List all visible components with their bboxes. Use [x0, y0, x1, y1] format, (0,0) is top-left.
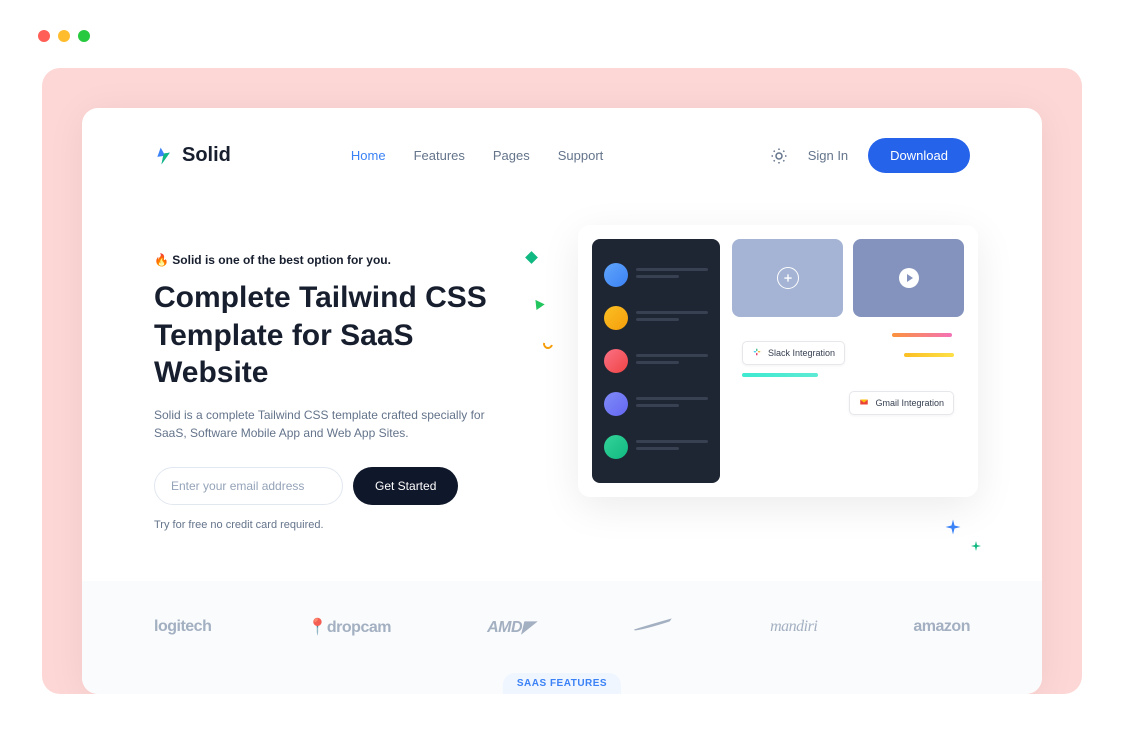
hero-title: Complete Tailwind CSS Template for SaaS … — [154, 279, 521, 392]
mockup-sidebar — [592, 239, 720, 483]
fire-icon: 🔥 — [154, 253, 169, 267]
client-nike — [630, 613, 674, 641]
mockup-card-add — [732, 239, 843, 317]
mockup-card-play — [853, 239, 964, 317]
minimize-dot — [58, 30, 70, 42]
hero-illustration: Slack Integration Gmail Integration — [561, 225, 970, 531]
close-dot — [38, 30, 50, 42]
nav-links: Home Features Pages Support — [351, 148, 603, 163]
avatar — [604, 392, 628, 416]
logo-text: Solid — [182, 144, 231, 167]
mockup-main: Slack Integration Gmail Integration — [732, 239, 964, 483]
hero: 🔥 Solid is one of the best option for yo… — [82, 185, 1042, 531]
sparkle-icon — [944, 518, 962, 541]
email-input[interactable] — [154, 467, 343, 505]
list-item — [604, 306, 708, 330]
logo-icon — [154, 146, 174, 166]
sparkle-icon — [970, 539, 982, 557]
client-dropcam: 📍dropcam — [307, 617, 391, 637]
features-section-tag: SAAS FEATURES — [503, 673, 621, 694]
slack-chip: Slack Integration — [742, 341, 845, 365]
hero-tag-text: Solid is one of the best option for you. — [172, 253, 391, 267]
decor-diamond-icon — [525, 251, 538, 264]
client-amazon: amazon — [913, 618, 970, 636]
avatar — [604, 263, 628, 287]
get-started-button[interactable]: Get Started — [353, 467, 458, 505]
client-mandiri: mandiri — [770, 618, 817, 636]
list-item — [604, 392, 708, 416]
client-logitech: logitech — [154, 618, 211, 636]
avatar — [604, 306, 628, 330]
outer-frame: Solid Home Features Pages Support Sign I… — [42, 68, 1082, 694]
avatar — [604, 349, 628, 373]
gmail-icon — [859, 397, 869, 409]
hero-note: Try for free no credit card required. — [154, 519, 521, 531]
dashboard-mockup: Slack Integration Gmail Integration — [578, 225, 978, 497]
download-button[interactable]: Download — [868, 138, 970, 173]
play-icon — [899, 268, 919, 288]
gmail-chip: Gmail Integration — [849, 391, 954, 415]
nav-link-support[interactable]: Support — [558, 148, 604, 163]
page: Solid Home Features Pages Support Sign I… — [82, 108, 1042, 694]
avatar — [604, 435, 628, 459]
hero-tag: 🔥 Solid is one of the best option for yo… — [154, 253, 521, 267]
list-item — [604, 435, 708, 459]
nav-link-features[interactable]: Features — [414, 148, 465, 163]
decor-arc-icon — [541, 337, 555, 351]
sign-in-link[interactable]: Sign In — [808, 148, 848, 163]
maximize-dot — [78, 30, 90, 42]
hero-content: 🔥 Solid is one of the best option for yo… — [154, 225, 521, 531]
slack-icon — [752, 347, 762, 359]
hero-description: Solid is a complete Tailwind CSS templat… — [154, 406, 494, 443]
decor-triangle-icon — [532, 297, 545, 310]
logo[interactable]: Solid — [154, 144, 231, 167]
navbar: Solid Home Features Pages Support Sign I… — [82, 108, 1042, 185]
client-amd: AMD◤ — [487, 617, 534, 637]
nav-link-pages[interactable]: Pages — [493, 148, 530, 163]
theme-toggle-icon[interactable] — [770, 147, 788, 165]
list-item — [604, 263, 708, 287]
email-form: Get Started — [154, 467, 521, 505]
nav-link-home[interactable]: Home — [351, 148, 386, 163]
mockup-integrations: Slack Integration Gmail Integration — [732, 327, 964, 427]
nav-right: Sign In Download — [770, 138, 970, 173]
plus-circle-icon — [777, 267, 799, 289]
list-item — [604, 349, 708, 373]
browser-window-controls — [38, 30, 90, 42]
